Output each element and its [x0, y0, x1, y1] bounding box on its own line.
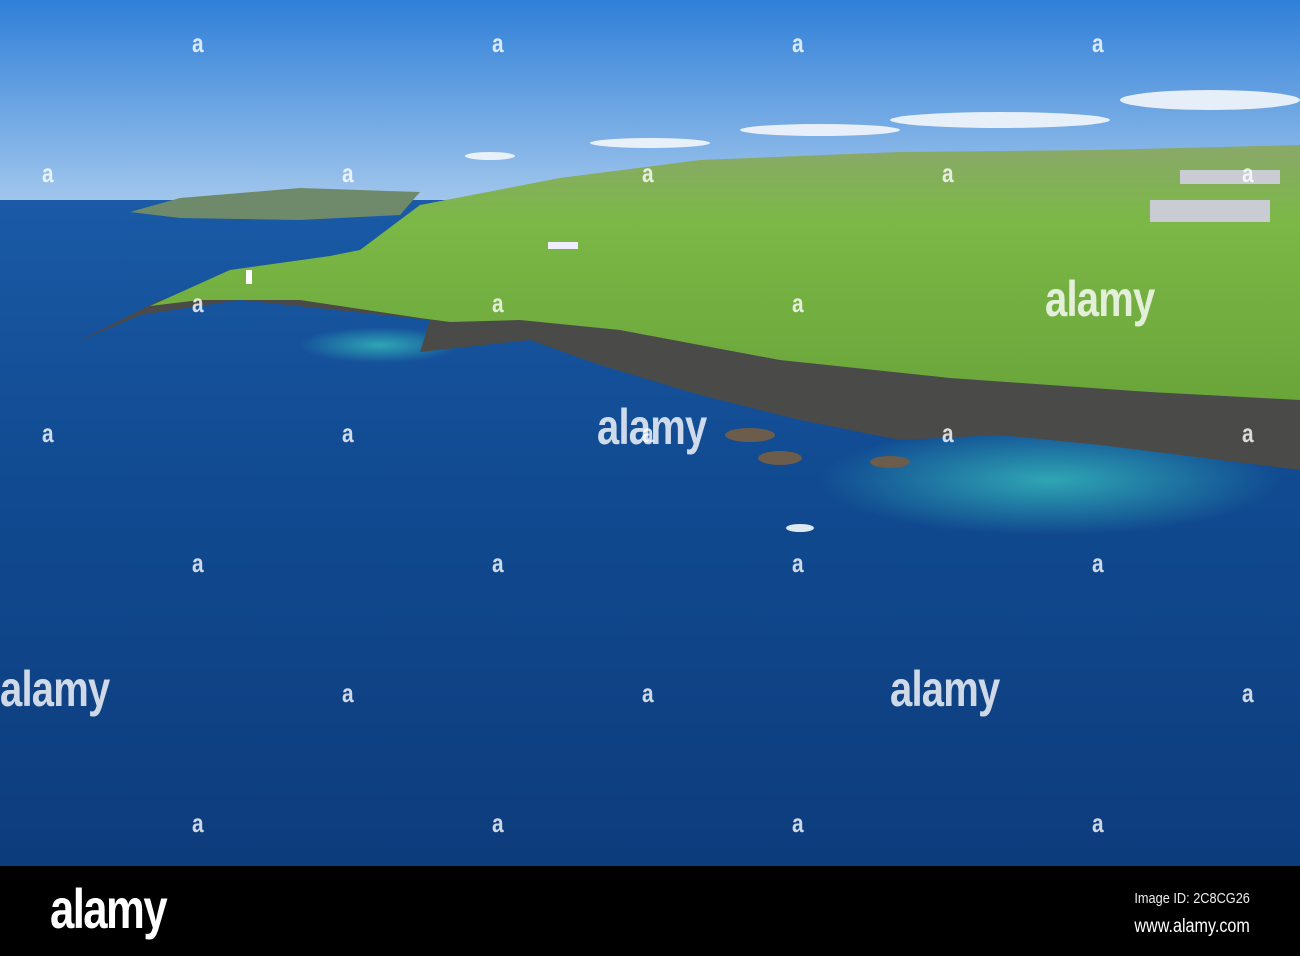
- building: [548, 242, 578, 249]
- site-url: www.alamy.com: [1134, 916, 1250, 937]
- watermark-mark: a: [192, 28, 204, 58]
- watermark-mark: a: [1092, 808, 1104, 838]
- watermark-mark: a: [942, 418, 954, 448]
- watermark: alamy: [0, 661, 110, 717]
- watermark-mark: a: [1092, 548, 1104, 578]
- watermark-mark: a: [642, 418, 654, 448]
- watermark-mark: a: [1092, 28, 1104, 58]
- watermark-mark: a: [342, 678, 354, 708]
- watermark-mark: a: [792, 28, 804, 58]
- watermark-mark: a: [792, 548, 804, 578]
- watermark-mark: a: [492, 28, 504, 58]
- watermark-mark: a: [42, 158, 54, 188]
- footer-bar: alamy Image ID: 2C8CG26 www.alamy.com: [0, 866, 1300, 956]
- watermark: alamy: [1045, 271, 1155, 327]
- image-id: Image ID: 2C8CG26: [1134, 890, 1250, 907]
- watermark-mark: a: [792, 288, 804, 318]
- watermark-mark: a: [942, 158, 954, 188]
- watermark-mark: a: [642, 678, 654, 708]
- watermark-mark: a: [1242, 418, 1254, 448]
- watermark-mark: a: [492, 808, 504, 838]
- watermark-mark: a: [42, 418, 54, 448]
- surf: [786, 524, 814, 532]
- watermark-mark: a: [1242, 158, 1254, 188]
- watermark-mark: a: [192, 288, 204, 318]
- watermark-mark: a: [342, 158, 354, 188]
- watermark-mark: a: [492, 288, 504, 318]
- watermark-mark: a: [792, 808, 804, 838]
- lighthouse: [246, 270, 252, 284]
- alamy-logo: alamy: [50, 877, 168, 940]
- watermark-mark: a: [192, 808, 204, 838]
- watermark-mark: a: [342, 418, 354, 448]
- watermark-mark: a: [1242, 678, 1254, 708]
- watermark-mark: a: [492, 548, 504, 578]
- watermark-mark: a: [192, 548, 204, 578]
- watermark: alamy: [890, 661, 1000, 717]
- watermark-mark: a: [642, 158, 654, 188]
